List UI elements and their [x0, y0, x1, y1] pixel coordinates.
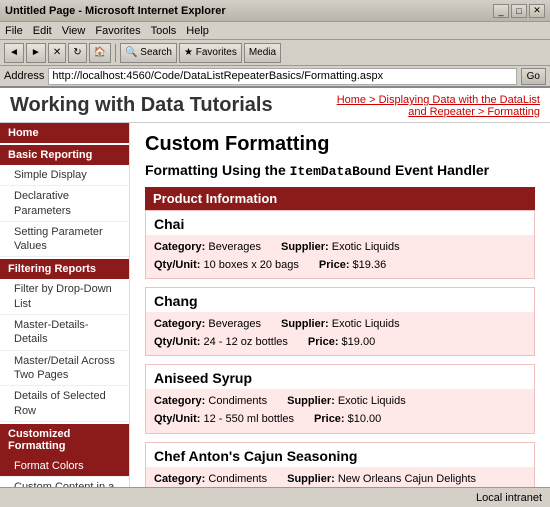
product-details-row2: Qty/Unit: 12 - 550 ml bottles Price: $10…	[154, 411, 526, 429]
supplier-label: Supplier: Exotic Liquids	[281, 316, 400, 334]
price-label: Price: $10.00	[314, 411, 381, 429]
sidebar-heading-customized: Customized Formatting	[0, 424, 129, 456]
sidebar-item-custom-gridview[interactable]: Custom Content in a GridView	[0, 477, 129, 487]
qty-unit-label: Qty/Unit: 10 boxes x 20 bags	[154, 257, 299, 275]
category-label: Category: Beverages	[154, 316, 261, 334]
page-content: Working with Data Tutorials Home > Displ…	[0, 88, 550, 487]
favorites-button[interactable]: ★ Favorites	[179, 43, 242, 63]
title-bar: Untitled Page - Microsoft Internet Explo…	[0, 0, 550, 22]
product-details-row2: Qty/Unit: 24 - 12 oz bottles Price: $19.…	[154, 334, 526, 352]
sidebar-home[interactable]: Home	[0, 123, 129, 143]
close-button[interactable]: ✕	[529, 4, 545, 18]
product-details: Category: Beverages Supplier: Exotic Liq…	[146, 235, 534, 278]
main-title: Custom Formatting	[145, 133, 535, 156]
product-item: Aniseed Syrup Category: Condiments Suppl…	[145, 364, 535, 433]
address-label: Address	[4, 70, 44, 82]
sidebar-item-master-detail-pages[interactable]: Master/Detail Across Two Pages	[0, 351, 129, 387]
status-bar: Local intranet	[0, 487, 550, 507]
sidebar-item-setting-param[interactable]: Setting Parameter Values	[0, 222, 129, 258]
product-name: Chef Anton's Cajun Seasoning	[146, 443, 534, 467]
price-label: Price: $19.00	[308, 334, 375, 352]
product-details-row1: Category: Beverages Supplier: Exotic Liq…	[154, 316, 526, 334]
status-zone: Local intranet	[476, 492, 542, 504]
products-container: Chai Category: Beverages Supplier: Exoti…	[145, 210, 535, 487]
section-heading-text: Formatting Using the	[145, 162, 290, 178]
sidebar-item-format-colors-active[interactable]: Format Colors	[0, 456, 129, 477]
menu-help[interactable]: Help	[186, 25, 209, 37]
product-details-row1: Category: Beverages Supplier: Exotic Liq…	[154, 239, 526, 257]
product-item: Chef Anton's Cajun Seasoning Category: C…	[145, 442, 535, 487]
section-heading-rest: Event Handler	[391, 162, 489, 178]
supplier-label: Supplier: Exotic Liquids	[287, 393, 406, 411]
product-name: Chang	[146, 288, 534, 312]
breadcrumb-home[interactable]: Home	[337, 94, 366, 106]
product-details: Category: Condiments Supplier: New Orlea…	[146, 467, 534, 487]
product-details-row2: Qty/Unit: 10 boxes x 20 bags Price: $19.…	[154, 257, 526, 275]
main-content: Custom Formatting Formatting Using the I…	[130, 123, 550, 487]
product-details: Category: Beverages Supplier: Exotic Liq…	[146, 312, 534, 355]
stop-button[interactable]: ✕	[48, 43, 66, 63]
qty-unit-label: Qty/Unit: 12 - 550 ml bottles	[154, 411, 294, 429]
category-label: Category: Condiments	[154, 471, 267, 487]
product-item: Chai Category: Beverages Supplier: Exoti…	[145, 210, 535, 279]
address-bar: Address Go	[0, 66, 550, 88]
section-heading-code: ItemDataBound	[290, 164, 391, 179]
section-title: Formatting Using the ItemDataBound Event…	[145, 162, 535, 179]
maximize-button[interactable]: □	[511, 4, 527, 18]
product-name: Chai	[146, 211, 534, 235]
sidebar-item-declarative[interactable]: Declarative Parameters	[0, 186, 129, 222]
breadcrumb: Home > Displaying Data with the DataList…	[320, 94, 540, 118]
breadcrumb-page: Formatting	[487, 106, 540, 118]
category-label: Category: Beverages	[154, 239, 261, 257]
window-controls: _ □ ✕	[493, 4, 545, 18]
toolbar: ◄ ► ✕ ↻ 🏠 🔍 Search ★ Favorites Media	[0, 40, 550, 66]
supplier-label: Supplier: Exotic Liquids	[281, 239, 400, 257]
toolbar-separator	[115, 44, 116, 62]
menu-tools[interactable]: Tools	[151, 25, 177, 37]
product-name: Aniseed Syrup	[146, 365, 534, 389]
product-item: Chang Category: Beverages Supplier: Exot…	[145, 287, 535, 356]
forward-button[interactable]: ►	[26, 43, 46, 63]
sidebar: Home Basic Reporting Simple Display Decl…	[0, 123, 130, 487]
menu-favorites[interactable]: Favorites	[95, 25, 140, 37]
page-header: Working with Data Tutorials Home > Displ…	[0, 88, 550, 123]
product-details: Category: Condiments Supplier: Exotic Li…	[146, 389, 534, 432]
refresh-button[interactable]: ↻	[68, 43, 86, 63]
qty-unit-label: Qty/Unit: 24 - 12 oz bottles	[154, 334, 288, 352]
site-title: Working with Data Tutorials	[10, 94, 273, 117]
product-details-row1: Category: Condiments Supplier: Exotic Li…	[154, 393, 526, 411]
minimize-button[interactable]: _	[493, 4, 509, 18]
menu-file[interactable]: File	[5, 25, 23, 37]
menu-view[interactable]: View	[62, 25, 86, 37]
menu-bar: File Edit View Favorites Tools Help	[0, 22, 550, 40]
sidebar-heading-basic: Basic Reporting	[0, 145, 129, 165]
window-title: Untitled Page - Microsoft Internet Explo…	[5, 5, 226, 17]
sidebar-heading-filtering: Filtering Reports	[0, 259, 129, 279]
go-button[interactable]: Go	[521, 68, 546, 85]
back-button[interactable]: ◄	[4, 43, 24, 63]
home-button[interactable]: 🏠	[89, 43, 111, 63]
sidebar-item-filter-dropdown[interactable]: Filter by Drop-Down List	[0, 279, 129, 315]
product-details-row1: Category: Condiments Supplier: New Orlea…	[154, 471, 526, 487]
media-button[interactable]: Media	[244, 43, 281, 63]
menu-edit[interactable]: Edit	[33, 25, 52, 37]
sidebar-item-simple-display[interactable]: Simple Display	[0, 165, 129, 186]
price-label: Price: $19.36	[319, 257, 386, 275]
product-header: Product Information	[145, 187, 535, 210]
category-label: Category: Condiments	[154, 393, 267, 411]
address-input[interactable]	[48, 68, 516, 85]
supplier-label: Supplier: New Orleans Cajun Delights	[287, 471, 476, 487]
sidebar-item-master-details[interactable]: Master-Details-Details	[0, 315, 129, 351]
search-button[interactable]: 🔍 Search	[120, 43, 177, 63]
content-area: Home Basic Reporting Simple Display Decl…	[0, 123, 550, 487]
sidebar-item-details-selected[interactable]: Details of Selected Row	[0, 386, 129, 422]
